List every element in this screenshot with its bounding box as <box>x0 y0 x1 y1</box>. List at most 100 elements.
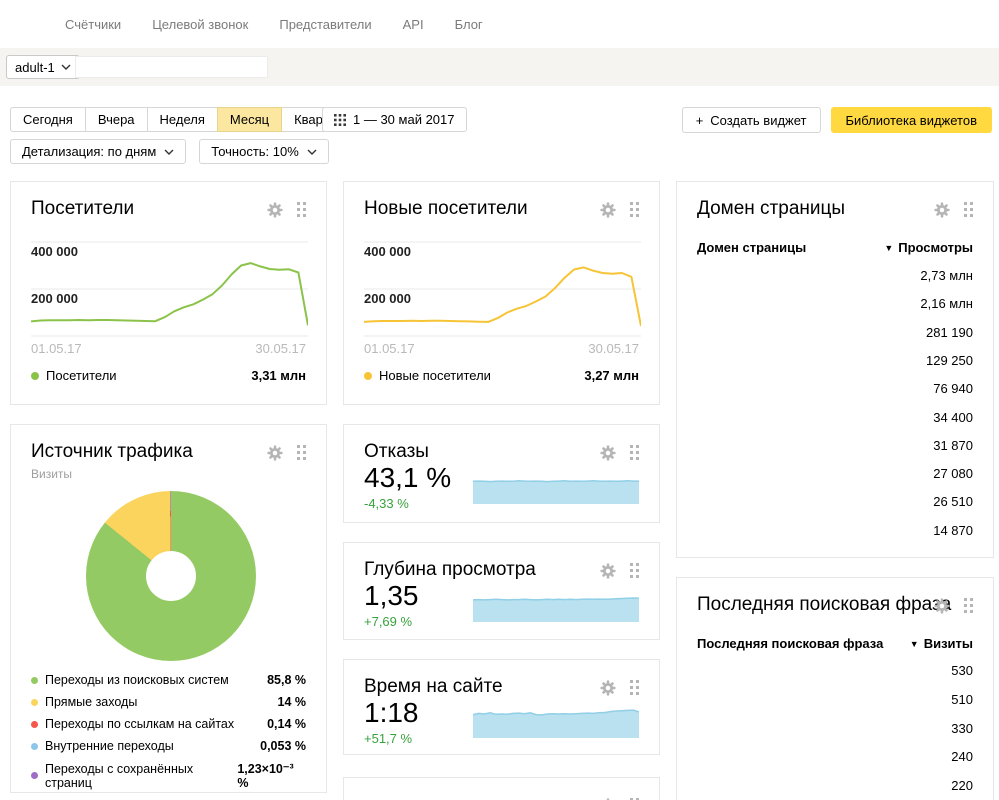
table-row: 281 190 <box>926 325 973 340</box>
legend-dot <box>31 699 38 706</box>
chart-legend: Новые посетители 3,27 млн <box>364 368 639 383</box>
x-axis-end: 30.05.17 <box>255 341 306 356</box>
gear-icon[interactable] <box>933 201 951 219</box>
gear-icon[interactable] <box>266 444 284 462</box>
gear-icon[interactable] <box>599 562 617 580</box>
table-row: 2,73 млн <box>920 268 973 283</box>
metric-value: 1:18 <box>364 697 419 729</box>
table-header-dimension[interactable]: Последняя поисковая фраза <box>697 636 883 651</box>
drag-handle-icon[interactable] <box>964 598 973 613</box>
widget-visitors: Посетители 400 000 200 000 01.05.17 30.0… <box>10 181 327 405</box>
filter-row: Детализация: по дням Точность: 10% <box>10 139 329 164</box>
legend-dot <box>31 772 38 779</box>
legend-value: 85,8 % <box>267 673 306 687</box>
counter-band: adult-1 <box>0 48 999 86</box>
table-row: 14 870 <box>933 523 973 538</box>
drag-handle-icon[interactable] <box>630 445 639 460</box>
legend-dot <box>364 372 372 380</box>
table-row: 530 <box>951 663 973 678</box>
table-header-metric-label: Визиты <box>924 636 973 651</box>
bounce-sparkline <box>473 477 639 504</box>
legend-item: Переходы по ссылкам на сайтах 0,14 % <box>31 717 306 731</box>
chevron-down-icon <box>307 149 317 155</box>
y-axis-label: 400 000 <box>31 244 78 259</box>
widget-new-visitors: Новые посетители 400 000 200 000 01.05.1… <box>343 181 660 405</box>
widget-library-label: Библиотека виджетов <box>846 113 978 128</box>
counter-select[interactable]: adult-1 <box>6 55 80 79</box>
nav-representatives[interactable]: Представители <box>279 17 371 32</box>
create-widget-button[interactable]: + Создать виджет <box>682 107 821 133</box>
x-axis-start: 01.05.17 <box>31 341 82 356</box>
y-axis-label: 400 000 <box>364 244 411 259</box>
gear-icon[interactable] <box>599 679 617 697</box>
drag-handle-icon[interactable] <box>630 680 639 695</box>
legend-value: 1,23×10⁻³ % <box>237 761 306 790</box>
widget-bounce: Отказы 43,1 % -4,33 % <box>343 424 660 523</box>
accuracy-dropdown[interactable]: Точность: 10% <box>199 139 329 164</box>
widget-title: Последняя поисковая фраза <box>697 594 951 616</box>
table-row: 220 <box>951 778 973 793</box>
search-input[interactable] <box>75 56 268 78</box>
gear-icon[interactable] <box>599 444 617 462</box>
chevron-down-icon <box>61 64 71 70</box>
legend-label: Переходы из поисковых систем <box>45 673 229 687</box>
depth-sparkline <box>473 595 639 622</box>
widget-last-phrase: Последняя поисковая фраза Последняя поис… <box>676 577 994 800</box>
legend-value: 14 % <box>278 695 307 709</box>
legend-item: Переходы из поисковых систем 85,8 % <box>31 673 306 687</box>
detalization-dropdown[interactable]: Детализация: по дням <box>10 139 186 164</box>
metric-value: 43,1 % <box>364 462 451 494</box>
nav-blog[interactable]: Блог <box>455 17 483 32</box>
sort-desc-icon: ▼ <box>884 243 893 253</box>
widget-time-on-site: Время на сайте 1:18 +51,7 % <box>343 659 660 755</box>
period-today[interactable]: Сегодня <box>10 107 86 132</box>
date-range-button[interactable]: 1 — 30 май 2017 <box>322 107 467 132</box>
gear-icon[interactable] <box>266 201 284 219</box>
nav-counters[interactable]: Счётчики <box>65 17 121 32</box>
gear-icon[interactable] <box>599 201 617 219</box>
nav-target-call[interactable]: Целевой звонок <box>152 17 248 32</box>
table-header-dimension[interactable]: Домен страницы <box>697 240 806 255</box>
nav-api[interactable]: API <box>403 17 424 32</box>
table-header-metric[interactable]: ▼ Визиты <box>910 636 973 651</box>
legend-total: 3,31 млн <box>251 368 306 383</box>
legend-item: Переходы с сохранённых страниц 1,23×10⁻³… <box>31 761 306 790</box>
widget-title: Домен страницы <box>697 198 845 220</box>
drag-handle-icon[interactable] <box>630 563 639 578</box>
period-yesterday[interactable]: Вчера <box>85 107 148 132</box>
detalization-label: Детализация: по дням <box>22 144 156 159</box>
table-row: 510 <box>951 692 973 707</box>
drag-handle-icon[interactable] <box>964 202 973 217</box>
legend-dot <box>31 721 38 728</box>
widget-library-button[interactable]: Библиотека виджетов <box>831 107 993 133</box>
period-month[interactable]: Месяц <box>217 107 282 132</box>
table-row: 76 940 <box>933 381 973 396</box>
gear-icon[interactable] <box>933 597 951 615</box>
widget-partial <box>343 777 660 800</box>
drag-handle-icon[interactable] <box>630 202 639 217</box>
counter-select-label: adult-1 <box>15 60 55 75</box>
legend-label: Переходы с сохранённых страниц <box>45 762 237 790</box>
chart-legend: Посетители 3,31 млн <box>31 368 306 383</box>
top-nav: Счётчики Целевой звонок Представители AP… <box>0 0 999 48</box>
drag-handle-icon[interactable] <box>297 445 306 460</box>
metrica-dashboard: Счётчики Целевой звонок Представители AP… <box>0 0 999 800</box>
widget-title: Глубина просмотра <box>364 559 536 581</box>
table-row: 34 400 <box>933 410 973 425</box>
period-week[interactable]: Неделя <box>147 107 218 132</box>
widget-subtitle: Визиты <box>31 467 72 481</box>
accuracy-label: Точность: 10% <box>211 144 299 159</box>
legend-item: Прямые заходы 14 % <box>31 695 306 709</box>
metric-delta: +51,7 % <box>364 731 412 746</box>
legend-label: Переходы по ссылкам на сайтах <box>45 717 234 731</box>
table-header-metric[interactable]: ▼ Просмотры <box>884 240 973 255</box>
drag-handle-icon[interactable] <box>297 202 306 217</box>
calendar-grid-icon <box>334 114 346 126</box>
widget-title: Посетители <box>31 198 134 220</box>
legend-label: Новые посетители <box>379 368 491 383</box>
create-widget-label: Создать виджет <box>710 113 806 128</box>
table-row: 31 870 <box>933 438 973 453</box>
legend-dot <box>31 677 38 684</box>
widget-actions: + Создать виджет Библиотека виджетов <box>682 107 992 133</box>
widget-depth: Глубина просмотра 1,35 +7,69 % <box>343 542 660 640</box>
